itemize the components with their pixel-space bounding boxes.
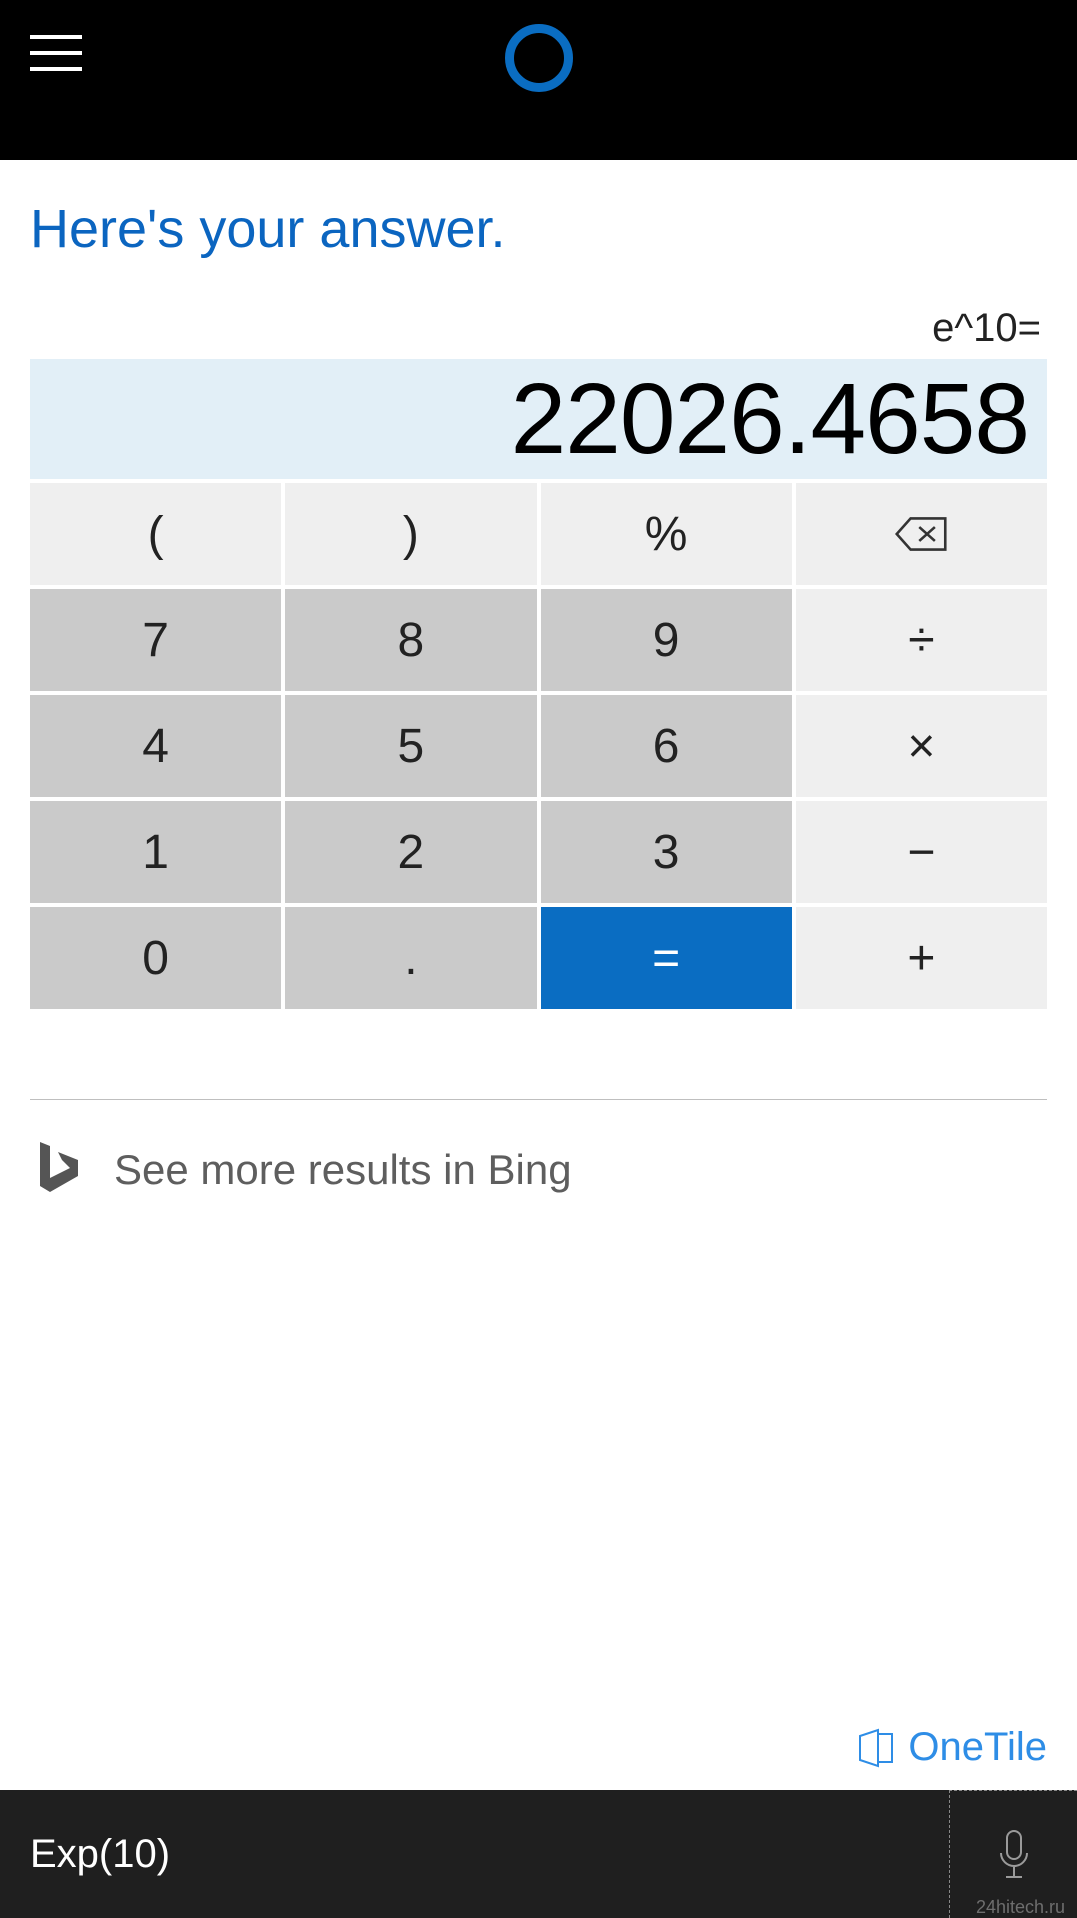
answer-heading: Here's your answer. <box>0 160 1077 300</box>
backspace-icon <box>895 516 947 552</box>
key-6[interactable]: 6 <box>541 695 792 797</box>
key-plus[interactable]: + <box>796 907 1047 1009</box>
bing-label: See more results in Bing <box>114 1146 572 1194</box>
app-header <box>0 0 1077 160</box>
result-display: 22026.4658 <box>30 359 1047 479</box>
key-multiply[interactable]: × <box>796 695 1047 797</box>
key-0[interactable]: 0 <box>30 907 281 1009</box>
key-7[interactable]: 7 <box>30 589 281 691</box>
menu-button[interactable] <box>30 35 82 71</box>
watermark-text: 24hitech.ru <box>976 1897 1065 1918</box>
cortana-icon[interactable] <box>505 24 573 92</box>
expression-display: e^10= <box>30 300 1047 359</box>
onetile-icon <box>854 1726 898 1770</box>
key-percent[interactable]: % <box>541 483 792 585</box>
mic-icon <box>994 1827 1034 1883</box>
calculator-keypad: ( ) % 7 8 9 ÷ 4 5 6 × <box>30 483 1047 1009</box>
bing-icon <box>30 1138 84 1201</box>
calculator: e^10= 22026.4658 ( ) % 7 8 9 ÷ <box>0 300 1077 1009</box>
key-close-paren[interactable]: ) <box>285 483 536 585</box>
key-decimal[interactable]: . <box>285 907 536 1009</box>
key-9[interactable]: 9 <box>541 589 792 691</box>
content-area: Here's your answer. e^10= 22026.4658 ( )… <box>0 160 1077 1790</box>
divider <box>30 1099 1047 1100</box>
key-4[interactable]: 4 <box>30 695 281 797</box>
search-bar: Exp(10) 24hitech.ru <box>0 1790 1077 1918</box>
key-open-paren[interactable]: ( <box>30 483 281 585</box>
bing-results-link[interactable]: See more results in Bing <box>30 1138 1047 1201</box>
key-divide[interactable]: ÷ <box>796 589 1047 691</box>
key-backspace[interactable] <box>796 483 1047 585</box>
key-1[interactable]: 1 <box>30 801 281 903</box>
key-2[interactable]: 2 <box>285 801 536 903</box>
key-3[interactable]: 3 <box>541 801 792 903</box>
onetile-label: OneTile <box>908 1725 1047 1770</box>
key-5[interactable]: 5 <box>285 695 536 797</box>
key-8[interactable]: 8 <box>285 589 536 691</box>
key-equals[interactable]: = <box>541 907 792 1009</box>
onetile-badge[interactable]: OneTile <box>854 1725 1047 1770</box>
search-input[interactable]: Exp(10) <box>0 1790 949 1918</box>
key-minus[interactable]: − <box>796 801 1047 903</box>
